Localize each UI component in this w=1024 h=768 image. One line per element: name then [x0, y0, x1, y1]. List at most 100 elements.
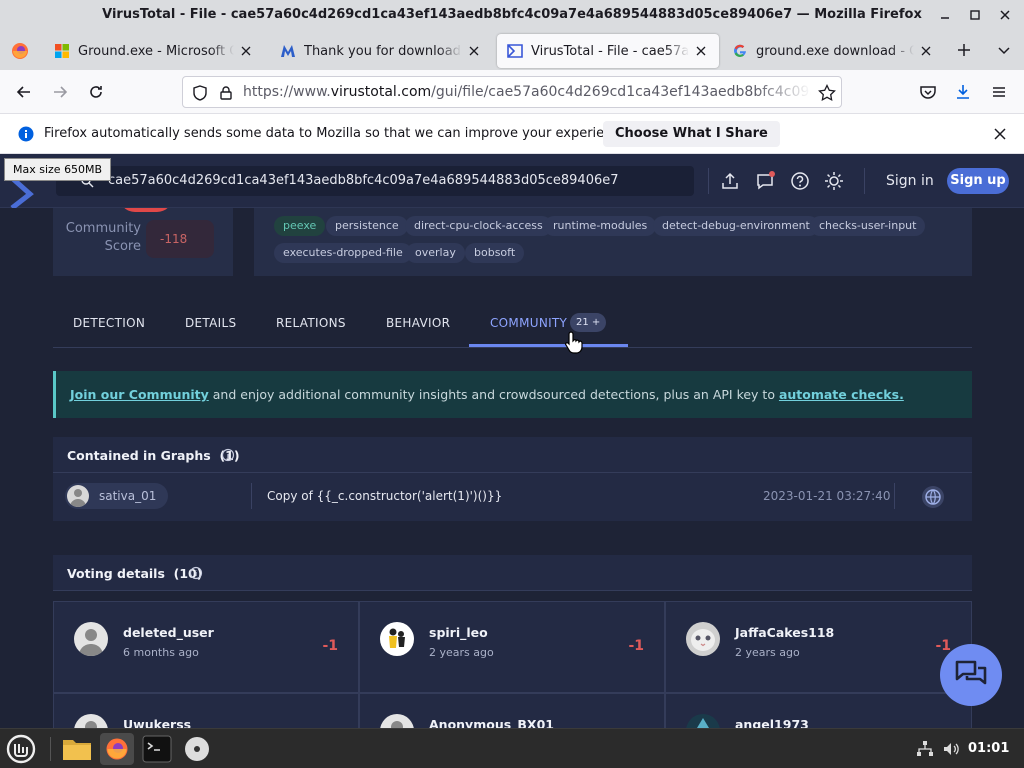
lock-icon[interactable]	[217, 84, 235, 102]
close-window-icon[interactable]	[996, 6, 1014, 24]
list-all-tabs-chevron-icon[interactable]	[995, 41, 1013, 59]
header-divider	[708, 168, 709, 194]
vote-time: 6 months ago	[123, 646, 199, 659]
browser-tab-google[interactable]: ground.exe download - Goo	[722, 34, 944, 68]
vote-username[interactable]: angel1973	[735, 717, 809, 728]
forward-arrow-icon[interactable]	[50, 82, 70, 102]
vote-username[interactable]: deleted_user	[123, 625, 214, 640]
volume-icon[interactable]	[942, 740, 960, 758]
chat-support-button[interactable]	[940, 644, 1002, 706]
file-report-tabs: DETECTION DETAILS RELATIONS BEHAVIOR COM…	[53, 302, 972, 354]
tag-chip[interactable]: executes-dropped-file	[274, 243, 412, 263]
close-tab-icon[interactable]	[238, 43, 254, 59]
url-bar[interactable]: https://www.virustotal.com/gui/file/cae5…	[182, 76, 842, 108]
graph-globe-icon[interactable]	[921, 485, 945, 509]
voting-section-header: Voting details (10)	[53, 555, 972, 591]
tag-chip[interactable]: persistence	[326, 216, 408, 236]
browser-tab-malwarebytes[interactable]: Thank you for downloading	[270, 34, 492, 68]
vote-time: 2 years ago	[429, 646, 494, 659]
window-titlebar: VirusTotal - File - cae57a60c4d269cd1ca4…	[0, 0, 1024, 30]
info-icon[interactable]	[189, 566, 203, 580]
hamburger-menu-icon[interactable]	[989, 82, 1009, 102]
microsoft-icon	[55, 44, 69, 58]
new-tab-plus-icon[interactable]	[955, 41, 973, 59]
vote-card[interactable]: Anonymous_BX01	[359, 693, 665, 728]
media-disc-icon[interactable]	[180, 733, 214, 765]
join-community-link[interactable]: Join our Community	[70, 387, 209, 402]
window-title: VirusTotal - File - cae57a60c4d269cd1ca4…	[102, 7, 922, 22]
graph-name[interactable]: Copy of {{_c.constructor('alert(1)')()}}	[267, 489, 502, 503]
tag-chip[interactable]: detect-debug-environment	[653, 216, 819, 236]
tab-details[interactable]: DETAILS	[185, 316, 236, 330]
vote-card[interactable]: spiri_leo 2 years ago -1	[359, 601, 665, 693]
vote-score: -1	[628, 638, 644, 654]
tag-chip[interactable]: peexe	[274, 216, 326, 236]
graphs-title-text: Contained in Graphs	[67, 448, 211, 463]
upload-icon[interactable]	[720, 171, 740, 191]
close-tab-icon[interactable]	[466, 43, 482, 59]
notifications-chat-icon[interactable]	[755, 171, 775, 191]
sign-up-button[interactable]: Sign up	[947, 168, 1009, 194]
pocket-icon[interactable]	[918, 82, 938, 102]
vote-username[interactable]: spiri_leo	[429, 625, 488, 640]
bookmark-star-icon[interactable]	[817, 83, 837, 103]
tag-chip[interactable]: bobsoft	[465, 243, 525, 263]
tag-chip[interactable]: direct-cpu-clock-access	[405, 216, 552, 236]
vote-card[interactable]: Uwukerss	[53, 693, 359, 728]
reload-icon[interactable]	[86, 82, 106, 102]
info-icon[interactable]	[221, 448, 235, 462]
choose-what-i-share-button[interactable]: Choose What I Share	[603, 121, 780, 147]
hand-cursor-icon	[565, 331, 583, 354]
tab-detection[interactable]: DETECTION	[73, 316, 145, 330]
browser-tab-microsoft[interactable]: Ground.exe - Microsoft Com	[44, 34, 264, 68]
url-text[interactable]: https://www.virustotal.com/gui/file/cae5…	[243, 84, 811, 100]
graph-date: 2023-01-21 03:27:40	[763, 489, 891, 503]
tag-chip[interactable]: checks-user-input	[810, 216, 926, 236]
url-domain: virustotal.com	[330, 84, 432, 100]
tab-label: Ground.exe - Microsoft Com	[78, 43, 234, 59]
back-arrow-icon[interactable]	[14, 82, 34, 102]
vote-card[interactable]: angel1973	[665, 693, 972, 728]
url-prefix: https://www.	[243, 84, 331, 100]
tab-relations[interactable]: RELATIONS	[276, 316, 346, 330]
automate-checks-link[interactable]: automate checks.	[779, 387, 904, 402]
tag-chip[interactable]: runtime-modules	[544, 216, 657, 236]
vote-username[interactable]: Anonymous_BX01	[429, 717, 554, 728]
sign-in-link[interactable]: Sign in	[886, 173, 934, 189]
active-tab-underline	[469, 344, 628, 347]
vt-search-input[interactable]: cae57a60c4d269cd1ca43ef143aedb8bfc4c09a7…	[56, 166, 694, 196]
close-tab-icon[interactable]	[693, 43, 709, 59]
firefox-view-icon[interactable]	[11, 42, 29, 60]
graph-row[interactable]: sativa_01 Copy of {{_c.constructor('aler…	[53, 473, 972, 521]
vote-time: 2 years ago	[735, 646, 800, 659]
vote-card[interactable]: JaffaCakes118 2 years ago -1	[665, 601, 972, 693]
theme-sun-icon[interactable]	[824, 171, 844, 191]
minimize-icon[interactable]	[936, 6, 954, 24]
graph-owner-chip[interactable]: sativa_01	[65, 483, 169, 509]
close-notification-icon[interactable]	[991, 125, 1009, 143]
tab-label: ground.exe download - Goo	[756, 43, 914, 59]
graphs-title: Contained in Graphs (1)	[67, 448, 240, 463]
vote-username[interactable]: JaffaCakes118	[735, 625, 834, 640]
help-icon[interactable]	[790, 171, 810, 191]
network-icon[interactable]	[916, 740, 934, 758]
terminal-icon[interactable]	[140, 733, 174, 765]
vt-header: cae57a60c4d269cd1ca43ef143aedb8bfc4c09a7…	[0, 154, 1024, 208]
tab-behavior[interactable]: BEHAVIOR	[386, 316, 450, 330]
tracking-shield-icon[interactable]	[191, 84, 209, 102]
taskbar-clock[interactable]: 01:01	[968, 741, 1009, 756]
browser-tab-virustotal[interactable]: VirusTotal - File - cae57a60c	[497, 34, 719, 68]
tag-chip[interactable]: overlay	[406, 243, 465, 263]
graph-owner-name: sativa_01	[99, 489, 157, 503]
maximize-icon[interactable]	[966, 6, 984, 24]
mint-menu-icon[interactable]	[6, 734, 36, 764]
file-manager-folder-icon[interactable]	[60, 733, 94, 765]
firefox-taskbar-button[interactable]	[100, 733, 134, 765]
vote-card[interactable]: deleted_user 6 months ago -1	[53, 601, 359, 693]
voting-title-text: Voting details	[67, 566, 165, 581]
vote-username[interactable]: Uwukerss	[123, 717, 191, 728]
tab-community[interactable]: COMMUNITY	[490, 316, 567, 330]
notification-message: Firefox automatically sends some data to…	[44, 126, 632, 141]
downloads-icon[interactable]	[953, 82, 973, 102]
close-tab-icon[interactable]	[918, 43, 934, 59]
